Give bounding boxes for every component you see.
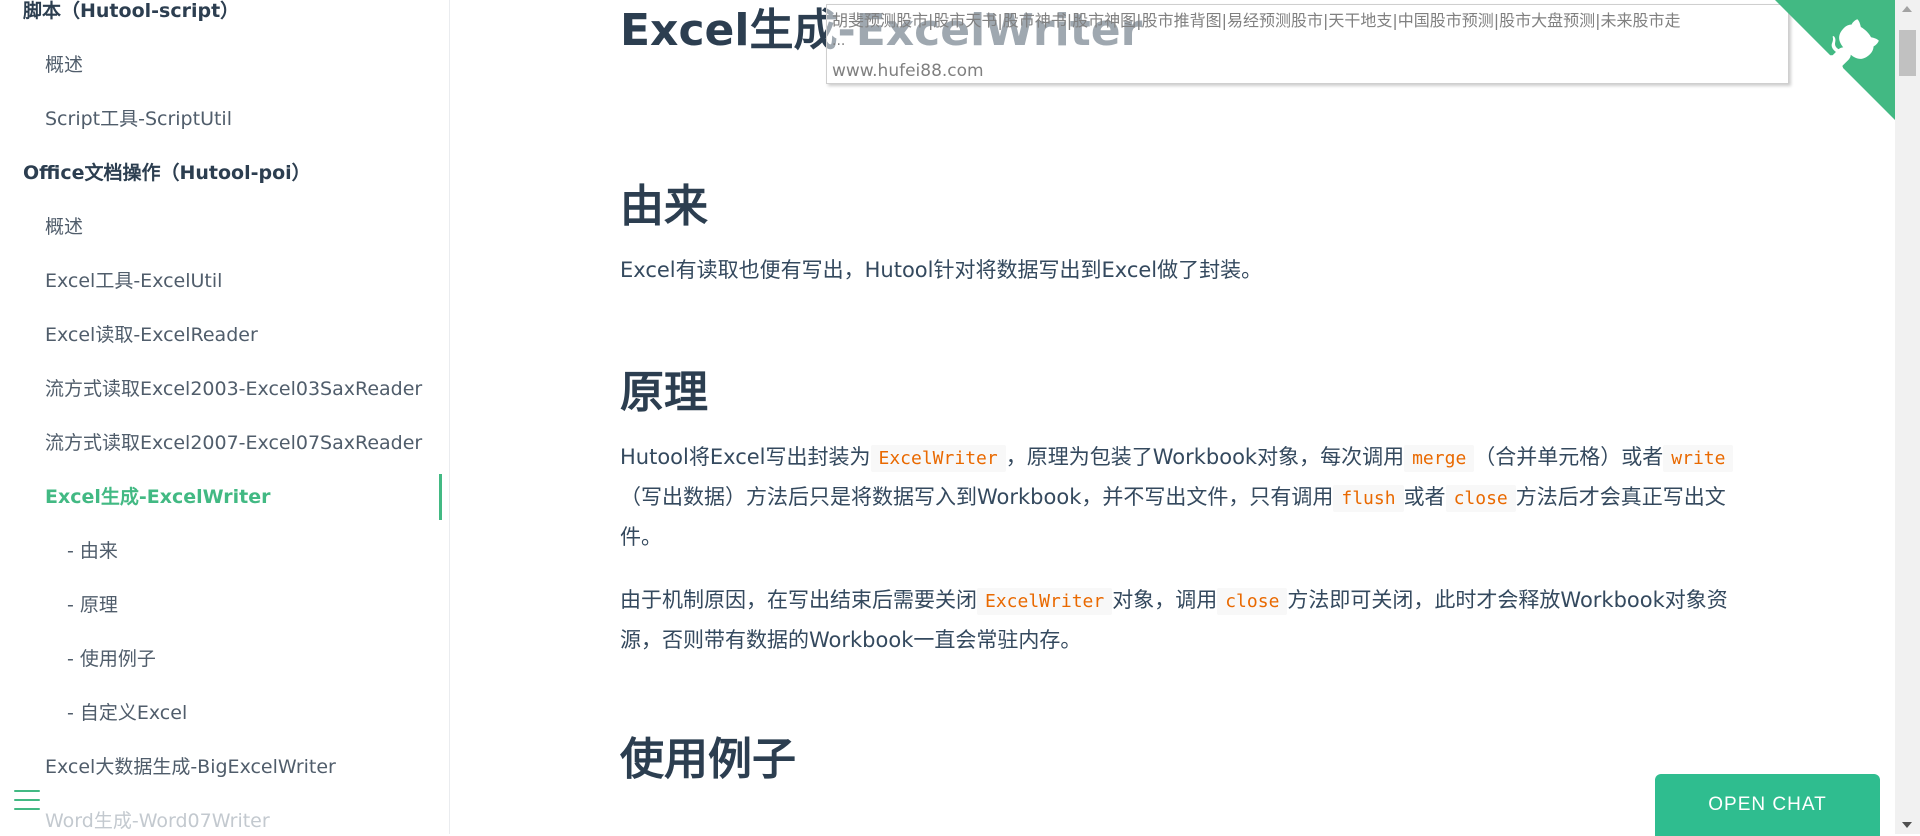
inline-code: ExcelWriter [870, 445, 1006, 472]
inline-code: close [1445, 485, 1516, 512]
inline-code: close [1217, 588, 1288, 615]
sidebar-item-excelreader[interactable]: Excel读取-ExcelReader [45, 322, 258, 348]
text-segment: （合并单元格）或者 [1474, 445, 1664, 469]
sidebar-active-indicator [439, 474, 442, 520]
inline-code: merge [1404, 445, 1475, 472]
hamburger-icon[interactable] [14, 790, 40, 812]
sidebar-group-hutool-poi[interactable]: Office文档操作（Hutool-poi） [23, 160, 311, 186]
heading-examples: 使用例子 [620, 734, 796, 785]
sidebar-item-excelutil[interactable]: Excel工具-ExcelUtil [45, 268, 222, 294]
inline-code: write [1663, 445, 1734, 472]
sidebar-item-excel03saxreader[interactable]: 流方式读取Excel2003-Excel03SaxReader [45, 376, 422, 402]
sidebar-item-excel07saxreader[interactable]: 流方式读取Excel2007-Excel07SaxReader [45, 430, 422, 456]
open-chat-button[interactable]: OPEN CHAT [1655, 774, 1880, 836]
text-segment: ，原理为包装了Workbook对象，每次调用 [1005, 445, 1405, 469]
scroll-down-arrow-icon[interactable] [1902, 822, 1912, 828]
origin-paragraph: Excel有读取也便有写出，Hutool针对将数据写出到Excel做了封装。 [620, 258, 1263, 282]
inline-code: ExcelWriter [977, 588, 1113, 615]
text-segment: 或者 [1403, 485, 1446, 509]
sidebar-anchor-principle[interactable]: - 原理 [67, 592, 118, 618]
tooltip-title: 胡斐预测股市|股市天书|股市神书|股市神图|股市推背图|易经预测股市|天干地支|… [832, 11, 1681, 30]
sidebar-anchor-origin[interactable]: - 由来 [67, 538, 118, 564]
scrollbar-thumb[interactable] [1899, 30, 1916, 76]
vertical-scrollbar[interactable] [1895, 0, 1920, 834]
text-segment: 由于机制原因，在写出结束后需要关闭 [620, 588, 977, 612]
text-segment: （写出数据）方法后只是将数据写入到Workbook，并不写出文件，只有调用 [620, 485, 1334, 509]
text-segment: Hutool将Excel写出封装为 [620, 445, 871, 469]
sidebar-item-word07writer[interactable]: Word生成-Word07Writer [45, 808, 270, 834]
sidebar-item-excelwriter-active[interactable]: Excel生成-ExcelWriter [45, 484, 271, 510]
text-segment: 对象，调用 [1112, 588, 1218, 612]
scroll-up-arrow-icon[interactable] [1902, 6, 1912, 12]
sidebar-item-script-overview[interactable]: 概述 [45, 52, 83, 78]
inline-code: flush [1333, 485, 1404, 512]
sidebar-item-bigexcelwriter[interactable]: Excel大数据生成-BigExcelWriter [45, 754, 336, 780]
principle-paragraph-2: 由于机制原因，在写出结束后需要关闭 ExcelWriter 对象，调用 close 方法… [620, 581, 1745, 660]
sidebar-anchor-custom-excel[interactable]: - 自定义Excel [67, 700, 187, 726]
heading-origin: 由来 [620, 181, 708, 232]
github-octocat-icon[interactable] [1775, 0, 1895, 120]
tooltip-ellipsis: ... [832, 33, 846, 49]
sidebar-item-scriptutil[interactable]: Script工具-ScriptUtil [45, 106, 232, 132]
heading-principle: 原理 [620, 367, 708, 418]
principle-paragraph-1: Hutool将Excel写出封装为 ExcelWriter ，原理为包装了Workb… [620, 438, 1745, 557]
link-tooltip: 胡斐预测股市|股市天书|股市神书|股市神图|股市推背图|易经预测股市|天干地支|… [826, 4, 1789, 84]
tooltip-url: www.hufei88.com [832, 61, 984, 81]
sidebar-anchor-examples[interactable]: - 使用例子 [67, 646, 156, 672]
sidebar-item-poi-overview[interactable]: 概述 [45, 214, 83, 240]
sidebar: 脚本（Hutool-script） 概述 Script工具-ScriptUtil… [0, 0, 450, 834]
sidebar-group-hutool-script[interactable]: 脚本（Hutool-script） [23, 0, 239, 24]
